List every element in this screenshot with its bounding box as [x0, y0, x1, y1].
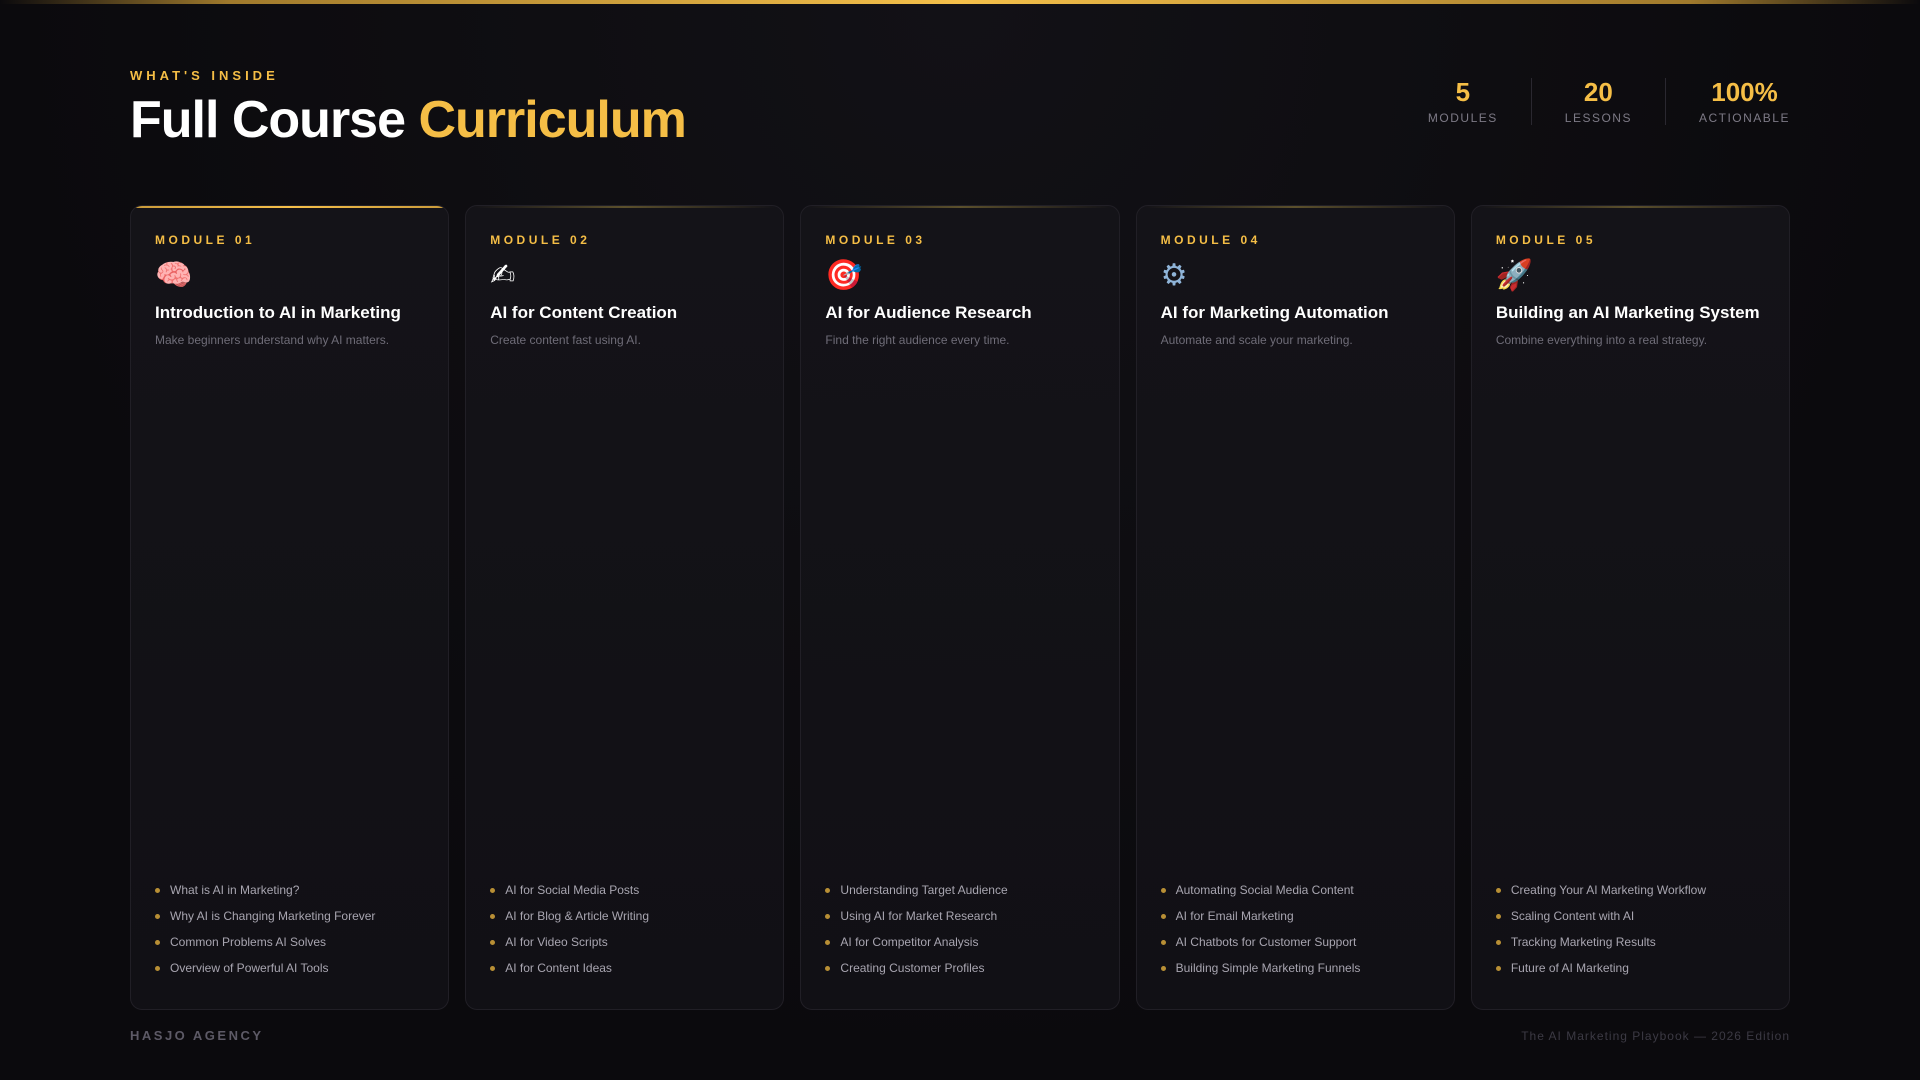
module-description: Automate and scale your marketing.: [1160, 333, 1353, 347]
stat-value: 100%: [1711, 77, 1778, 107]
lesson-item: Tracking Marketing Results: [1495, 929, 1765, 955]
module-description: Create content fast using AI.: [490, 333, 641, 347]
module-card-01[interactable]: MODULE 01 🧠 Introduction to AI in Market…: [130, 205, 450, 1010]
stat-value: 5: [1455, 77, 1471, 107]
lesson-list: AI for Social Media Posts AI for Blog & …: [490, 877, 759, 981]
stat-label: MODULES: [1427, 110, 1498, 125]
module-label: MODULE 01: [155, 233, 256, 247]
lesson-item: Automating Social Media Content: [1160, 877, 1430, 903]
lesson-item: AI for Email Marketing: [1160, 903, 1430, 929]
lesson-item: Building Simple Marketing Funnels: [1160, 955, 1430, 981]
lesson-item: AI for Video Scripts: [490, 929, 759, 955]
module-card-02[interactable]: MODULE 02 ✍ AI for Content Creation Crea…: [465, 205, 785, 1010]
top-accent-bar: [0, 0, 1920, 4]
module-label: MODULE 04: [1160, 233, 1261, 247]
writing-hand-icon: ✍: [490, 258, 516, 293]
lesson-item: AI for Content Ideas: [490, 955, 759, 981]
lesson-item: Why AI is Changing Marketing Forever: [155, 903, 424, 929]
stat-lessons: 20 LESSONS: [1530, 77, 1665, 125]
module-title: AI for Audience Research: [825, 303, 1032, 322]
module-label: MODULE 03: [825, 233, 926, 247]
lesson-item: AI for Blog & Article Writing: [490, 903, 759, 929]
lesson-item: AI for Competitor Analysis: [825, 929, 1094, 955]
module-description: Find the right audience every time.: [825, 333, 1010, 347]
edition-text: The AI Marketing Playbook — 2026 Edition: [1521, 1028, 1790, 1043]
stat-value: 20: [1583, 77, 1613, 107]
lesson-item: Using AI for Market Research: [825, 903, 1094, 929]
header: WHAT'S INSIDE Full Course Curriculum 5 M…: [130, 68, 1790, 158]
stat-label: ACTIONABLE: [1698, 110, 1790, 125]
module-title: AI for Marketing Automation: [1160, 303, 1389, 322]
lesson-item: Future of AI Marketing: [1495, 955, 1765, 981]
curriculum-page: WHAT'S INSIDE Full Course Curriculum 5 M…: [0, 0, 1920, 1080]
lesson-item: AI for Social Media Posts: [490, 877, 759, 903]
module-card-03[interactable]: MODULE 03 🎯 AI for Audience Research Fin…: [800, 205, 1120, 1010]
lesson-item: AI Chatbots for Customer Support: [1160, 929, 1430, 955]
module-label: MODULE 02: [490, 233, 591, 247]
stat-modules: 5 MODULES: [1395, 78, 1531, 125]
rocket-icon: 🚀: [1495, 258, 1534, 293]
module-title: Building an AI Marketing System: [1495, 303, 1760, 322]
module-cards: MODULE 01 🧠 Introduction to AI in Market…: [130, 205, 1791, 1010]
module-description: Combine everything into a real strategy.: [1495, 333, 1708, 347]
module-title: AI for Content Creation: [490, 303, 678, 322]
module-title: Introduction to AI in Marketing: [155, 303, 401, 322]
stat-actionable: 100% ACTIONABLE: [1664, 77, 1790, 125]
lesson-list: Creating Your AI Marketing Workflow Scal…: [1495, 877, 1765, 981]
lesson-item: Creating Your AI Marketing Workflow: [1495, 877, 1765, 903]
lesson-list: Understanding Target Audience Using AI f…: [825, 877, 1094, 981]
lesson-item: Understanding Target Audience: [825, 877, 1094, 903]
stats-group: 5 MODULES 20 LESSONS 100% ACTIONABLE: [1395, 78, 1790, 125]
footer: HASJO AGENCY The AI Marketing Playbook —…: [130, 1028, 1790, 1043]
module-description: Make beginners understand why AI matters…: [155, 333, 390, 347]
gear-icon: ⚙: [1160, 258, 1188, 293]
lesson-item: Creating Customer Profiles: [825, 955, 1094, 981]
module-card-04[interactable]: MODULE 04 ⚙ AI for Marketing Automation …: [1135, 205, 1455, 1010]
module-card-05[interactable]: MODULE 05 🚀 Building an AI Marketing Sys…: [1470, 205, 1791, 1010]
lesson-list: Automating Social Media Content AI for E…: [1160, 877, 1430, 981]
brand-name: HASJO AGENCY: [130, 1028, 264, 1043]
title-accent: Curriculum: [418, 91, 686, 149]
lesson-item: Common Problems AI Solves: [155, 929, 424, 955]
module-label: MODULE 05: [1495, 233, 1596, 247]
target-icon: 🎯: [825, 258, 863, 293]
lesson-item: What is AI in Marketing?: [155, 877, 424, 903]
title-main: Full Course: [130, 91, 406, 149]
lesson-item: Overview of Powerful AI Tools: [155, 955, 424, 981]
lesson-list: What is AI in Marketing? Why AI is Chang…: [155, 877, 424, 981]
brain-icon: 🧠: [155, 258, 193, 293]
stat-label: LESSONS: [1564, 110, 1632, 125]
lesson-item: Scaling Content with AI: [1495, 903, 1765, 929]
